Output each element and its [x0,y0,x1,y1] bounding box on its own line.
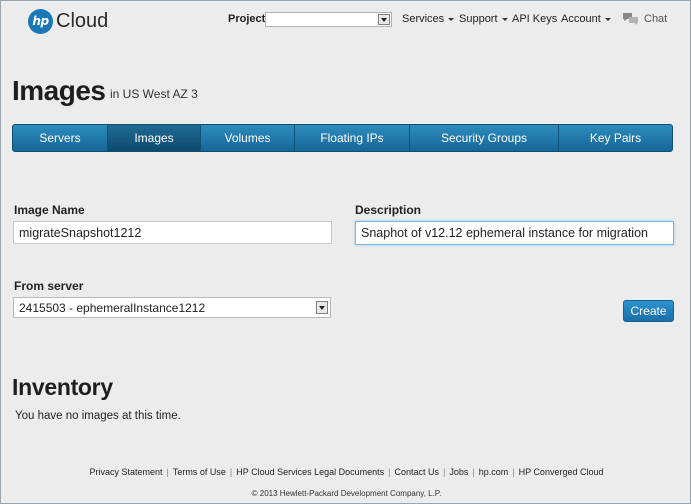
image-name-value: migrateSnapshot1212 [19,225,142,240]
footer-separator: | [472,467,475,477]
region-label: in US West AZ 3 [110,87,198,101]
description-value: Snaphot of v12.12 ephemeral instance for… [361,226,648,240]
chevron-down-icon[interactable] [316,301,328,314]
footer-separator: | [166,467,169,477]
chevron-down-icon[interactable] [378,14,390,25]
footer-separator: | [443,467,446,477]
hp-cloud-logo[interactable]: hp Cloud [28,8,108,34]
footer-separator: | [229,467,233,477]
footer-links: Privacy Statement | Terms of Use | HP Cloud … [1,467,691,477]
tab-label: Security Groups [440,131,528,145]
chat-label: Chat [644,13,668,25]
tab-servers[interactable]: Servers [13,125,108,151]
tab-key-pairs[interactable]: Key Pairs [559,125,672,151]
nav-services[interactable]: Services [402,13,455,25]
image-name-field[interactable]: migrateSnapshot1212 [13,221,332,244]
image-name-label: Image Name [14,203,85,217]
empty-inventory-message: You have no images at this time. [15,410,181,422]
tab-label: Images [134,131,174,145]
tab-label: Volumes [224,131,271,145]
nav-support-label: Support [459,13,498,25]
tab-images[interactable]: Images [108,125,201,151]
copyright: © 2013 Hewlett-Packard Development Compa… [251,489,442,498]
footer-link-contact[interactable]: Contact Us [395,467,440,477]
footer-link-jobs[interactable]: Jobs [449,467,468,477]
project-label: Project: [228,13,269,25]
tab-volumes[interactable]: Volumes [201,125,295,151]
nav-api-keys-label: API Keys [512,13,558,25]
tab-security-groups[interactable]: Security Groups [410,125,559,151]
project-select[interactable] [265,12,392,27]
footer-link-converged-cloud[interactable]: HP Converged Cloud [519,467,604,477]
page-title: Images [12,75,106,106]
footer-link-hp[interactable]: hp.com [479,467,509,477]
description-label: Description [355,203,422,217]
nav-account-label: Account [561,13,601,25]
tab-label: Floating IPs [320,131,384,145]
description-field[interactable]: Snaphot of v12.12 ephemeral instance for… [355,221,674,245]
chat-link[interactable]: Chat [622,12,667,26]
footer-link-legal[interactable]: HP Cloud Services Legal Documents [236,467,384,477]
footer-link-privacy[interactable]: Privacy Statement [90,467,163,477]
from-server-select[interactable]: 2415503 - ephemeralInstance1212 [13,297,331,318]
tab-bar: Servers Images Volumes Floating IPs Secu… [12,124,673,152]
tab-label: Key Pairs [589,131,642,145]
logo-text: Cloud [56,9,109,32]
create-button[interactable]: Create [623,300,674,322]
from-server-label: From server [14,279,84,293]
footer-separator: | [388,467,391,477]
caret-down-icon [604,17,611,21]
nav-support[interactable]: Support [459,13,508,25]
nav-api-keys[interactable]: API Keys [512,13,557,25]
tab-label: Servers [39,131,81,145]
caret-down-icon [448,17,455,21]
tab-floating-ips[interactable]: Floating IPs [295,125,410,151]
inventory-title: Inventory [12,374,113,400]
nav-services-label: Services [402,13,445,25]
footer-link-terms[interactable]: Terms of Use [173,467,226,477]
from-server-value: 2415503 - ephemeralInstance1212 [19,300,206,315]
footer-separator: | [512,467,515,477]
nav-account[interactable]: Account [561,13,611,25]
chat-bubbles-icon [623,13,638,25]
caret-down-icon [501,17,508,21]
hp-logo-icon: hp [28,8,53,34]
